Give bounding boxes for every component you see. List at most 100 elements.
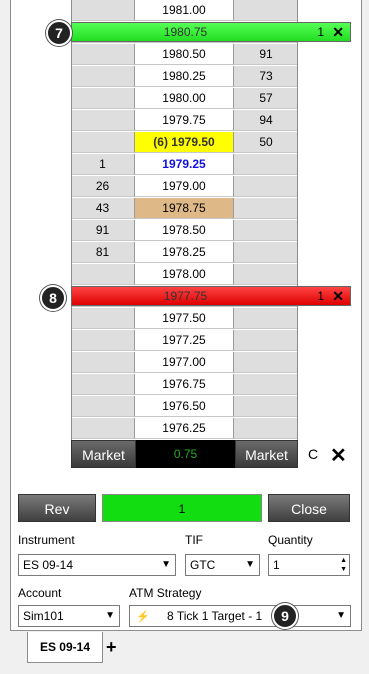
bid-cell[interactable]: 81 [71, 242, 135, 263]
price-cell[interactable]: 1977.00 [135, 352, 234, 373]
bid-cell[interactable] [71, 264, 135, 285]
tif-select[interactable]: GTC ▼ [185, 554, 260, 576]
quantity-value: 1 [273, 558, 280, 572]
price-cell[interactable]: 1977.50 [135, 308, 234, 329]
ladder-row: 91 1978.50 [71, 220, 298, 242]
ask-cell[interactable]: 50 [234, 132, 298, 153]
price-cell[interactable]: 1978.25 [135, 242, 234, 263]
price-cell[interactable]: 1980.50 [135, 44, 234, 65]
price-cell[interactable]: 1978.50 [135, 220, 234, 241]
price-cell[interactable]: 1976.25 [135, 418, 234, 439]
chevron-down-icon: ▼ [245, 559, 255, 570]
ladder-row: 1980.50 91 [71, 44, 298, 66]
instrument-value: ES 09-14 [23, 558, 74, 572]
ask-cell[interactable]: 73 [234, 66, 298, 87]
bid-cell[interactable] [71, 88, 135, 109]
close-all-icon[interactable]: ✕ [330, 443, 347, 468]
cancel-stop-icon[interactable]: ✕ [332, 287, 344, 305]
price-cell[interactable]: 1976.75 [135, 374, 234, 395]
ladder-row: 1980.00 57 [71, 88, 298, 110]
bid-cell[interactable] [71, 132, 135, 153]
ask-cell[interactable] [234, 0, 298, 21]
ask-cell[interactable] [234, 176, 298, 197]
bid-cell[interactable] [71, 396, 135, 417]
tif-label: TIF [185, 533, 203, 547]
atm-strategy-select[interactable]: ⚡ 8 Tick 1 Target - 1 ▼ [129, 605, 351, 627]
ask-cell[interactable] [234, 220, 298, 241]
price-cell[interactable]: 1976.50 [135, 396, 234, 417]
quantity-stepper[interactable]: 1 ▲ ▼ [268, 554, 350, 576]
ask-cell[interactable]: 94 [234, 110, 298, 131]
ask-cell[interactable] [234, 308, 298, 329]
price-cell[interactable]: 1981.00 [135, 0, 234, 21]
ladder-row: 1981.00 [71, 0, 298, 22]
tif-value: GTC [190, 558, 216, 572]
position-qty-display: 1 [102, 494, 262, 522]
price-cell[interactable]: 1977.25 [135, 330, 234, 351]
price-cell[interactable]: 1980.00 [135, 88, 234, 109]
ladder-row: 81 1978.25 [71, 242, 298, 264]
price-cell[interactable]: 1978.00 [135, 264, 234, 285]
bid-cell[interactable]: 91 [71, 220, 135, 241]
ladder-row: 1 1979.25 [71, 154, 298, 176]
price-cell[interactable]: 1980.25 [135, 66, 234, 87]
account-select[interactable]: Sim101 ▼ [18, 605, 120, 627]
ask-cell[interactable] [234, 154, 298, 175]
bid-cell[interactable] [71, 110, 135, 131]
instrument-select[interactable]: ES 09-14 ▼ [18, 554, 176, 576]
price-cell[interactable]: 1979.75 [135, 110, 234, 131]
price-cell[interactable]: 1978.75 [135, 198, 234, 219]
bid-cell[interactable] [71, 352, 135, 373]
ladder-row: 1977.50 [71, 308, 298, 330]
pnl-display: 0.75 [136, 440, 235, 468]
stop-order-price: 1977.75 [163, 289, 208, 303]
ask-cell[interactable]: 91 [234, 44, 298, 65]
ask-cell[interactable] [234, 242, 298, 263]
target-order-bar[interactable]: 1980.75 1 ✕ [71, 22, 351, 42]
ladder-row: 1980.25 73 [71, 66, 298, 88]
ask-cell[interactable] [234, 264, 298, 285]
callout-badge-7: 7 [46, 20, 72, 46]
ladder-row: 1976.50 [71, 396, 298, 418]
ladder-row: 1979.75 94 [71, 110, 298, 132]
lightning-icon: ⚡ [136, 611, 150, 623]
bid-cell[interactable] [71, 44, 135, 65]
stepper-arrows-icon[interactable]: ▲ ▼ [340, 556, 347, 574]
account-label: Account [18, 586, 62, 600]
price-cell[interactable]: 1979.00 [135, 176, 234, 197]
bid-cell[interactable]: 43 [71, 198, 135, 219]
ask-cell[interactable] [234, 330, 298, 351]
price-cell[interactable]: 1979.25 [135, 154, 234, 175]
reverse-button[interactable]: Rev [18, 494, 96, 522]
account-value: Sim101 [23, 609, 64, 623]
ask-cell[interactable] [234, 418, 298, 439]
instrument-label: Instrument [18, 533, 75, 547]
bid-cell[interactable] [71, 330, 135, 351]
ask-cell[interactable] [234, 396, 298, 417]
ladder-row: 1977.00 [71, 352, 298, 374]
ladder-row: 1976.25 [71, 418, 298, 440]
price-cell[interactable]: (6) 1979.50 [135, 132, 234, 153]
bid-cell[interactable] [71, 66, 135, 87]
cancel-target-icon[interactable]: ✕ [332, 23, 344, 41]
market-buy-button[interactable]: Market [71, 440, 136, 468]
bid-cell[interactable]: 26 [71, 176, 135, 197]
ask-cell[interactable] [234, 374, 298, 395]
add-tab-button[interactable]: + [106, 637, 117, 658]
chevron-down-icon: ▼ [161, 559, 171, 570]
bid-cell[interactable]: 1 [71, 154, 135, 175]
bid-cell[interactable] [71, 418, 135, 439]
ladder-row: 1977.25 [71, 330, 298, 352]
bid-cell[interactable] [71, 374, 135, 395]
ask-cell[interactable]: 57 [234, 88, 298, 109]
ask-cell[interactable] [234, 352, 298, 373]
close-position-button[interactable]: Close [268, 494, 350, 522]
cancel-all-label[interactable]: C [308, 446, 318, 462]
bid-cell[interactable] [71, 0, 135, 21]
market-sell-button[interactable]: Market [235, 440, 298, 468]
stop-order-bar[interactable]: 1977.75 1 ✕ [71, 286, 351, 306]
ladder-row: 26 1979.00 [71, 176, 298, 198]
tab-es-09-14[interactable]: ES 09-14 [27, 632, 103, 663]
ask-cell[interactable] [234, 198, 298, 219]
bid-cell[interactable] [71, 308, 135, 329]
